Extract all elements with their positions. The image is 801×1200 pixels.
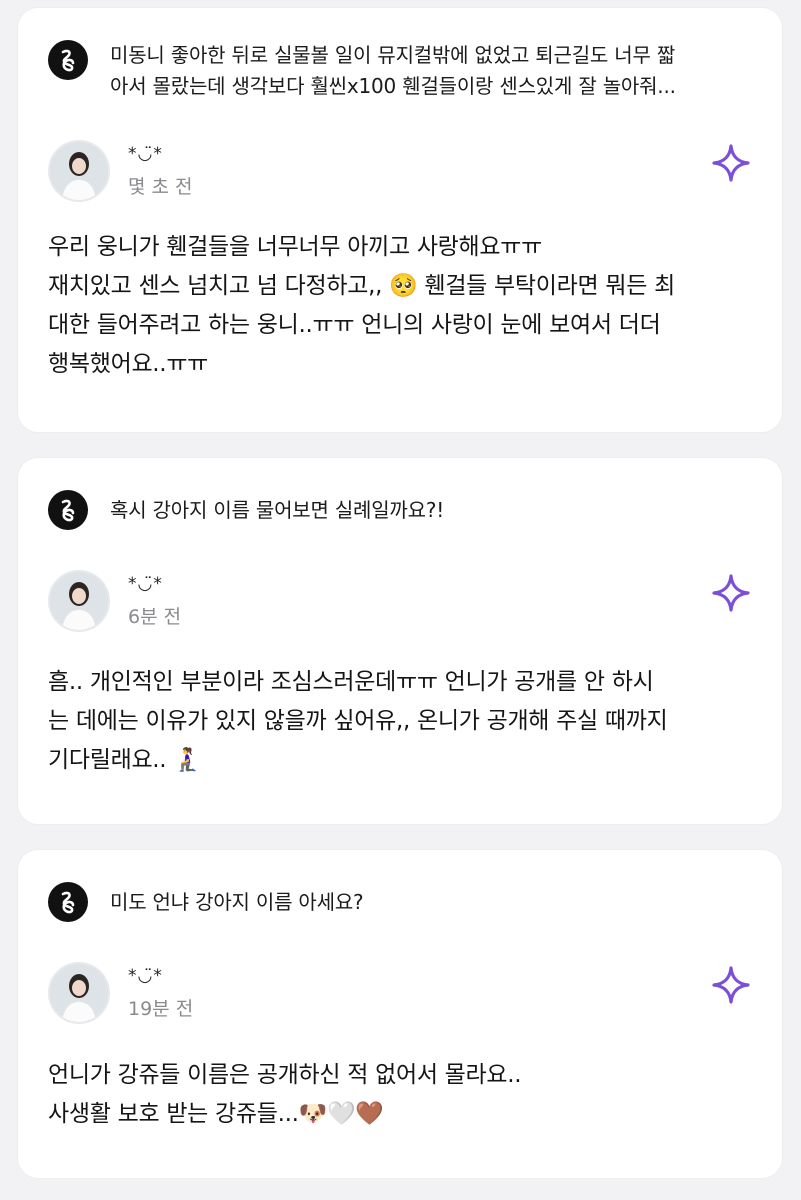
author-nickname: *◡̈* [128,574,163,594]
question-text: 미동니 좋아한 뒤로 실물볼 일이 뮤지컬밖에 없었고 퇴근길도 너무 짧 아서… [110,43,676,98]
author-nickname: *◡̈* [128,144,163,164]
app-logo-icon [48,882,88,922]
author-row: *◡̈* 몇 초 전 [48,140,750,204]
author-row: *◡̈* 19분 전 [48,962,750,1026]
post-time: 6분 전 [128,606,182,628]
question-text: 미도 언냐 강아지 이름 아세요? [110,890,364,914]
question-row: 미동니 좋아한 뒤로 실물볼 일이 뮤지컬밖에 없었고 퇴근길도 너무 짧 아서… [48,40,752,102]
qa-card-1[interactable]: 미동니 좋아한 뒤로 실물볼 일이 뮤지컬밖에 없었고 퇴근길도 너무 짧 아서… [18,8,782,432]
answer-text: 우리 웅니가 휀걸들을 너무너무 아끼고 사랑해요ㅠㅠ 재치있고 센스 넘치고 … [48,234,675,377]
sparkle-icon[interactable] [712,966,750,1004]
author-row: *◡̈* 6분 전 [48,570,750,634]
question-row: 혹시 강아지 이름 물어보면 실례일까요?! [48,490,752,530]
avatar[interactable] [48,570,110,632]
app-logo-icon [48,490,88,530]
author-nickname: *◡̈* [128,966,163,986]
question-row: 미도 언냐 강아지 이름 아세요? [48,882,752,922]
avatar[interactable] [48,140,110,202]
post-time: 몇 초 전 [128,176,193,198]
answer-text: 언니가 강쥬들 이름은 공개하신 적 없어서 몰라요.. 사생활 보호 받는 강… [48,1062,522,1127]
post-time: 19분 전 [128,998,194,1020]
sparkle-icon[interactable] [712,144,750,182]
qa-card-2[interactable]: 혹시 강아지 이름 물어보면 실례일까요?! *◡̈* 6분 전 흠.. 개인적… [18,458,782,824]
answer-text: 흠.. 개인적인 부분이라 조심스러운데ㅠㅠ 언니가 공개를 안 하시 는 데에… [48,669,668,773]
sparkle-icon[interactable] [712,574,750,612]
avatar[interactable] [48,962,110,1024]
qa-card-3[interactable]: 미도 언냐 강아지 이름 아세요? *◡̈* 19분 전 언니가 강쥬들 이름은… [18,850,782,1178]
app-logo-icon [48,40,88,80]
question-text: 혹시 강아지 이름 물어보면 실례일까요?! [110,498,445,522]
